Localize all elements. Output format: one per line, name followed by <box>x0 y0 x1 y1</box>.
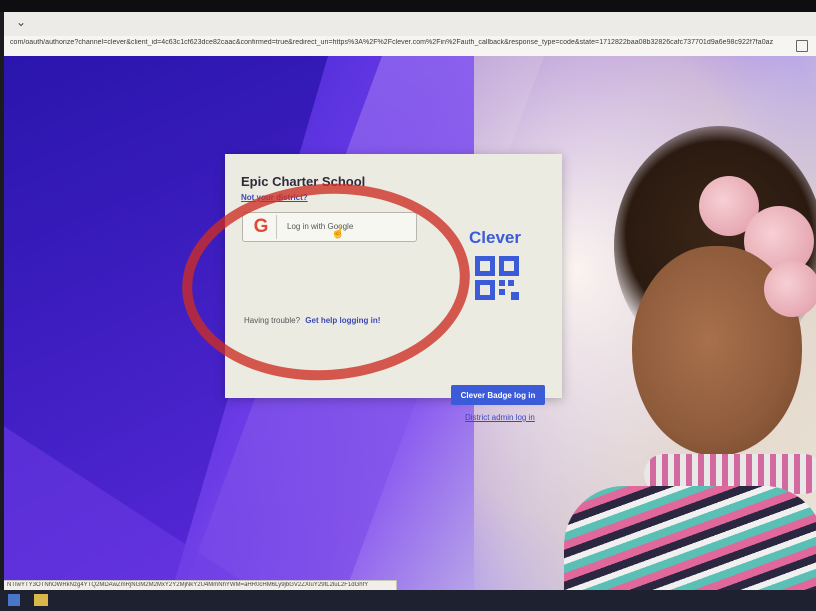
qr-code-icon <box>475 256 519 300</box>
page-action-icon[interactable] <box>796 40 808 52</box>
qr-finder <box>475 280 495 300</box>
photo-flower <box>764 261 816 317</box>
qr-dots <box>499 280 519 300</box>
chevron-down-icon[interactable]: ⌄ <box>16 15 26 29</box>
taskbar <box>0 590 816 611</box>
qr-finder <box>499 256 519 276</box>
file-explorer-icon[interactable] <box>34 594 48 606</box>
clever-badge-login-button[interactable]: Clever Badge log in <box>451 385 545 405</box>
district-admin-login-link[interactable]: District admin log in <box>465 413 535 422</box>
address-bar[interactable]: com/oauth/authorize?channel=clever&clien… <box>4 36 816 57</box>
clever-logo: Clever <box>469 228 521 247</box>
clever-login-page: Epic Charter School Not your district? G… <box>4 56 816 590</box>
status-url: NTIwYTY3OTNhOWRkNzg4YTQ2MDAwZmRjNGM2M2Mx… <box>7 582 369 588</box>
start-icon[interactable] <box>8 594 20 606</box>
photo-sweater <box>564 486 816 590</box>
browser-tab-bar: ⌄ <box>4 12 816 37</box>
address-url[interactable]: com/oauth/authorize?channel=clever&clien… <box>10 39 790 46</box>
monitor-bezel <box>0 0 816 12</box>
qr-finder <box>475 256 495 276</box>
